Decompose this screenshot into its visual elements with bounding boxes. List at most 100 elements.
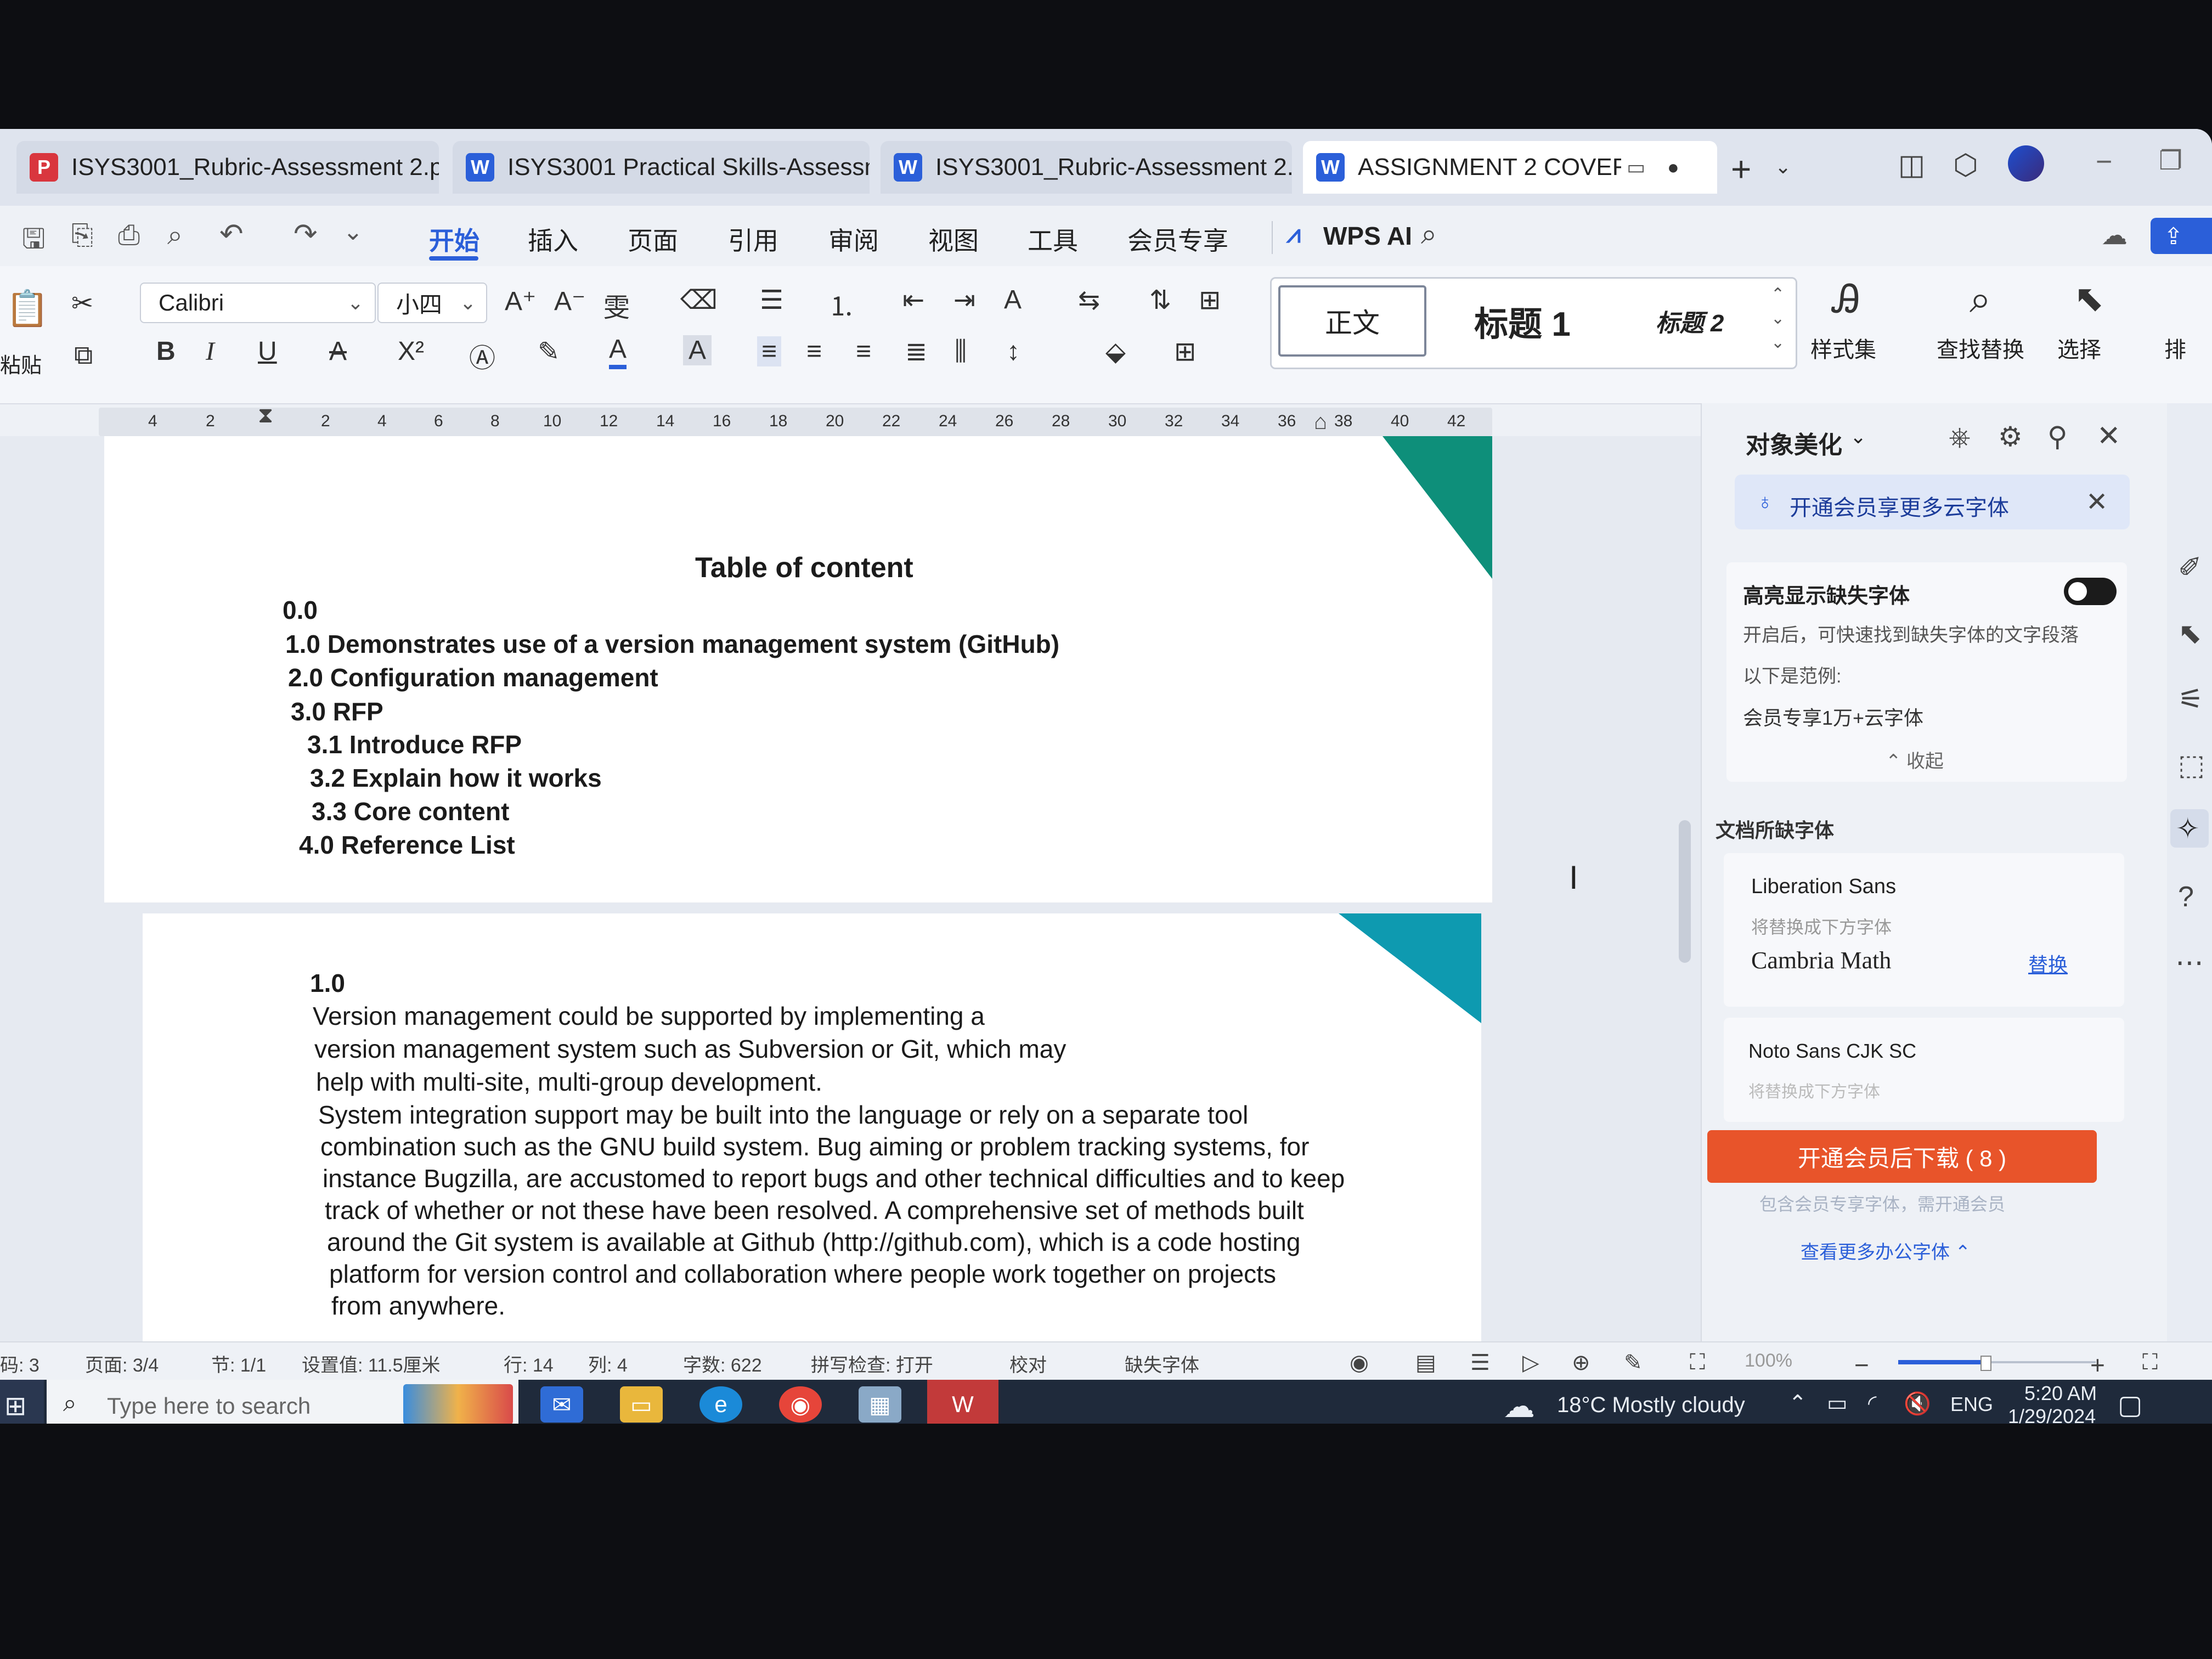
phonetic-icon[interactable]: 雯 <box>603 286 630 324</box>
text-effect-icon[interactable]: Ⓐ <box>469 336 495 375</box>
volume-muted-icon[interactable]: 🔇 <box>1904 1391 1931 1417</box>
tab-home[interactable]: 开始 <box>429 221 479 257</box>
shapes-icon[interactable]: ⬚ <box>2178 749 2205 782</box>
notification-icon[interactable]: ▢ <box>2118 1390 2142 1420</box>
close-icon[interactable]: ✕ <box>2097 420 2121 453</box>
align-left-icon[interactable]: ≡ <box>757 336 782 366</box>
minimize-icon[interactable]: − <box>2096 145 2112 178</box>
clear-format-icon[interactable]: ⌫ <box>680 285 718 315</box>
file-explorer-icon[interactable]: ▭ <box>620 1386 663 1423</box>
search-icon[interactable]: ⌕ <box>1421 218 1437 251</box>
wifi-icon[interactable]: ◜ <box>1868 1391 1877 1416</box>
strikethrough-icon[interactable]: A <box>329 336 347 366</box>
page-view-icon[interactable]: ▤ <box>1415 1350 1436 1375</box>
wps-ai-button[interactable]: WPS AI <box>1323 221 1412 251</box>
show-marks-icon[interactable]: ⊞ <box>1199 285 1221 315</box>
tab-practical-skills[interactable]: W ISYS3001 Practical Skills-Assessm <box>453 141 870 194</box>
superscript-icon[interactable]: X² <box>398 336 424 366</box>
more-icon[interactable]: ⋯ <box>2175 946 2204 979</box>
italic-icon[interactable]: I <box>206 336 215 366</box>
zoom-slider[interactable] <box>1898 1356 2096 1371</box>
zoom-in-icon[interactable]: + <box>2090 1350 2105 1380</box>
find-replace-label[interactable]: 查找替换 <box>1937 332 2024 364</box>
tab-rubric-pdf[interactable]: P ISYS3001_Rubric-Assessment 2.pc <box>16 141 439 194</box>
battery-icon[interactable]: ▭ <box>1827 1391 1848 1416</box>
page-body[interactable]: 1.0 Version management could be supporte… <box>143 913 1481 1341</box>
promo-banner[interactable]: ♁ 开通会员享更多云字体 ✕ <box>1735 475 2130 529</box>
eye-icon[interactable]: ◉ <box>1350 1350 1369 1375</box>
status-words[interactable]: 字数: 622 <box>683 1350 762 1377</box>
more-chevron-icon[interactable]: ⌄ <box>343 218 363 246</box>
app-icon[interactable]: ▦ <box>859 1386 901 1423</box>
print-preview-icon[interactable]: ⌕ <box>167 219 183 251</box>
export-icon[interactable]: ⎘ <box>71 219 93 251</box>
vertical-scrollbar[interactable] <box>1679 820 1691 963</box>
shading-icon[interactable]: ⬙ <box>1105 336 1126 367</box>
tab-tools[interactable]: 工具 <box>1028 221 1078 257</box>
share-button[interactable]: ⇪ <box>2151 218 2212 254</box>
decrease-indent-icon[interactable]: ⇤ <box>902 285 924 315</box>
pin-icon[interactable]: ⚲ <box>2047 421 2068 453</box>
mail-icon[interactable]: ✉ <box>540 1386 583 1423</box>
style-normal[interactable]: 正文 <box>1278 285 1426 357</box>
tab-member[interactable]: 会员专享 <box>1127 221 1228 257</box>
underline-icon[interactable]: U <box>258 336 277 366</box>
align-center-icon[interactable]: ≡ <box>806 336 822 366</box>
status-proof[interactable]: 校对 <box>1009 1350 1047 1377</box>
grow-font-icon[interactable]: A⁺ <box>505 286 536 317</box>
tab-insert[interactable]: 插入 <box>528 221 578 257</box>
close-icon[interactable]: ✕ <box>2086 487 2108 517</box>
clock-time[interactable]: 5:20 AM <box>2024 1382 2097 1405</box>
sort-icon[interactable]: ⇅ <box>1149 285 1171 315</box>
char-shading-icon[interactable]: A <box>683 335 712 365</box>
paste-icon[interactable]: 📋 <box>5 288 49 329</box>
outline-icon[interactable]: ☰ <box>1470 1350 1490 1375</box>
status-page[interactable]: 页面: 3/4 <box>85 1350 159 1377</box>
collapse-button[interactable]: ⌃ 收起 <box>1886 746 1944 773</box>
bullets-icon[interactable]: ☰ <box>760 285 783 315</box>
chevron-down-icon[interactable]: ⌄ <box>1850 425 1866 448</box>
play-icon[interactable]: ▷ <box>1522 1350 1539 1375</box>
language-indicator[interactable]: ENG <box>1950 1393 1993 1416</box>
pen-icon[interactable]: ✐ <box>2178 551 2202 584</box>
increase-indent-icon[interactable]: ⇥ <box>953 285 975 315</box>
select-cursor-icon[interactable]: ⬉ <box>2074 277 2104 319</box>
wps-taskbar-icon[interactable]: W <box>927 1380 998 1424</box>
style-set-icon[interactable]: Ꭿ <box>1832 277 1860 322</box>
page-toc[interactable]: Table of content 0.0 1.0 Demonstrates us… <box>104 436 1492 902</box>
edge-icon[interactable]: e <box>699 1386 742 1423</box>
align-right-icon[interactable]: ≡ <box>856 336 871 366</box>
layout-icon[interactable]: ◫ <box>1898 149 1925 182</box>
chrome-icon[interactable]: ◉ <box>779 1386 822 1423</box>
fullscreen-icon[interactable]: ⛶ <box>2142 1350 2158 1375</box>
zoom-level[interactable]: 100% <box>1745 1350 1792 1372</box>
highlight-icon[interactable]: ✎ <box>538 336 560 367</box>
web-view-icon[interactable]: ⊕ <box>1572 1350 1590 1375</box>
status-spell-check[interactable]: 拼写检查: 打开 <box>811 1350 933 1377</box>
indent-marker-icon[interactable]: ⧗ <box>258 403 273 428</box>
font-size-select[interactable]: 小四 ⌄ <box>377 283 487 323</box>
select-label[interactable]: 选择 <box>2057 332 2101 364</box>
cut-icon[interactable]: ✂ <box>71 288 93 319</box>
font-color-icon[interactable]: A <box>609 334 627 369</box>
shrink-font-icon[interactable]: A⁻ <box>554 286 585 317</box>
line-spacing-icon[interactable]: ↕ <box>1007 336 1020 366</box>
borders-icon[interactable]: ⊞ <box>1174 336 1196 367</box>
zoom-out-icon[interactable]: − <box>1854 1350 1869 1380</box>
copy-icon[interactable]: ⧉ <box>74 340 93 371</box>
cloud-icon[interactable]: ☁ <box>2101 220 2128 251</box>
font-name-select[interactable]: Calibri ⌄ <box>140 283 376 323</box>
replace-link[interactable]: 替换 <box>2028 949 2068 978</box>
beautify-tool-button[interactable]: ✧ <box>2170 809 2209 848</box>
fit-icon[interactable]: ⛶ <box>1690 1350 1705 1375</box>
download-button[interactable]: 开通会员后下载 ( 8 ) <box>1707 1130 2097 1183</box>
panel-title[interactable]: 对象美化 <box>1746 425 1842 460</box>
highlight-toggle[interactable] <box>2064 578 2117 605</box>
styles-scroll-icon[interactable]: ⌃ ⌄ ⌄ <box>1771 283 1785 355</box>
help-icon[interactable]: ? <box>2178 881 2194 913</box>
horizontal-ruler[interactable]: 4 2 2 4 6 8 10 12 14 16 18 20 22 24 26 2… <box>99 403 1492 436</box>
gear-icon[interactable]: ⚙ <box>1998 421 2023 453</box>
clock-date[interactable]: 1/29/2024 <box>2008 1405 2096 1424</box>
cube-icon[interactable]: ⬡ <box>1953 149 1978 182</box>
taskbar-search[interactable]: ⌕ Type here to search <box>47 1380 518 1424</box>
